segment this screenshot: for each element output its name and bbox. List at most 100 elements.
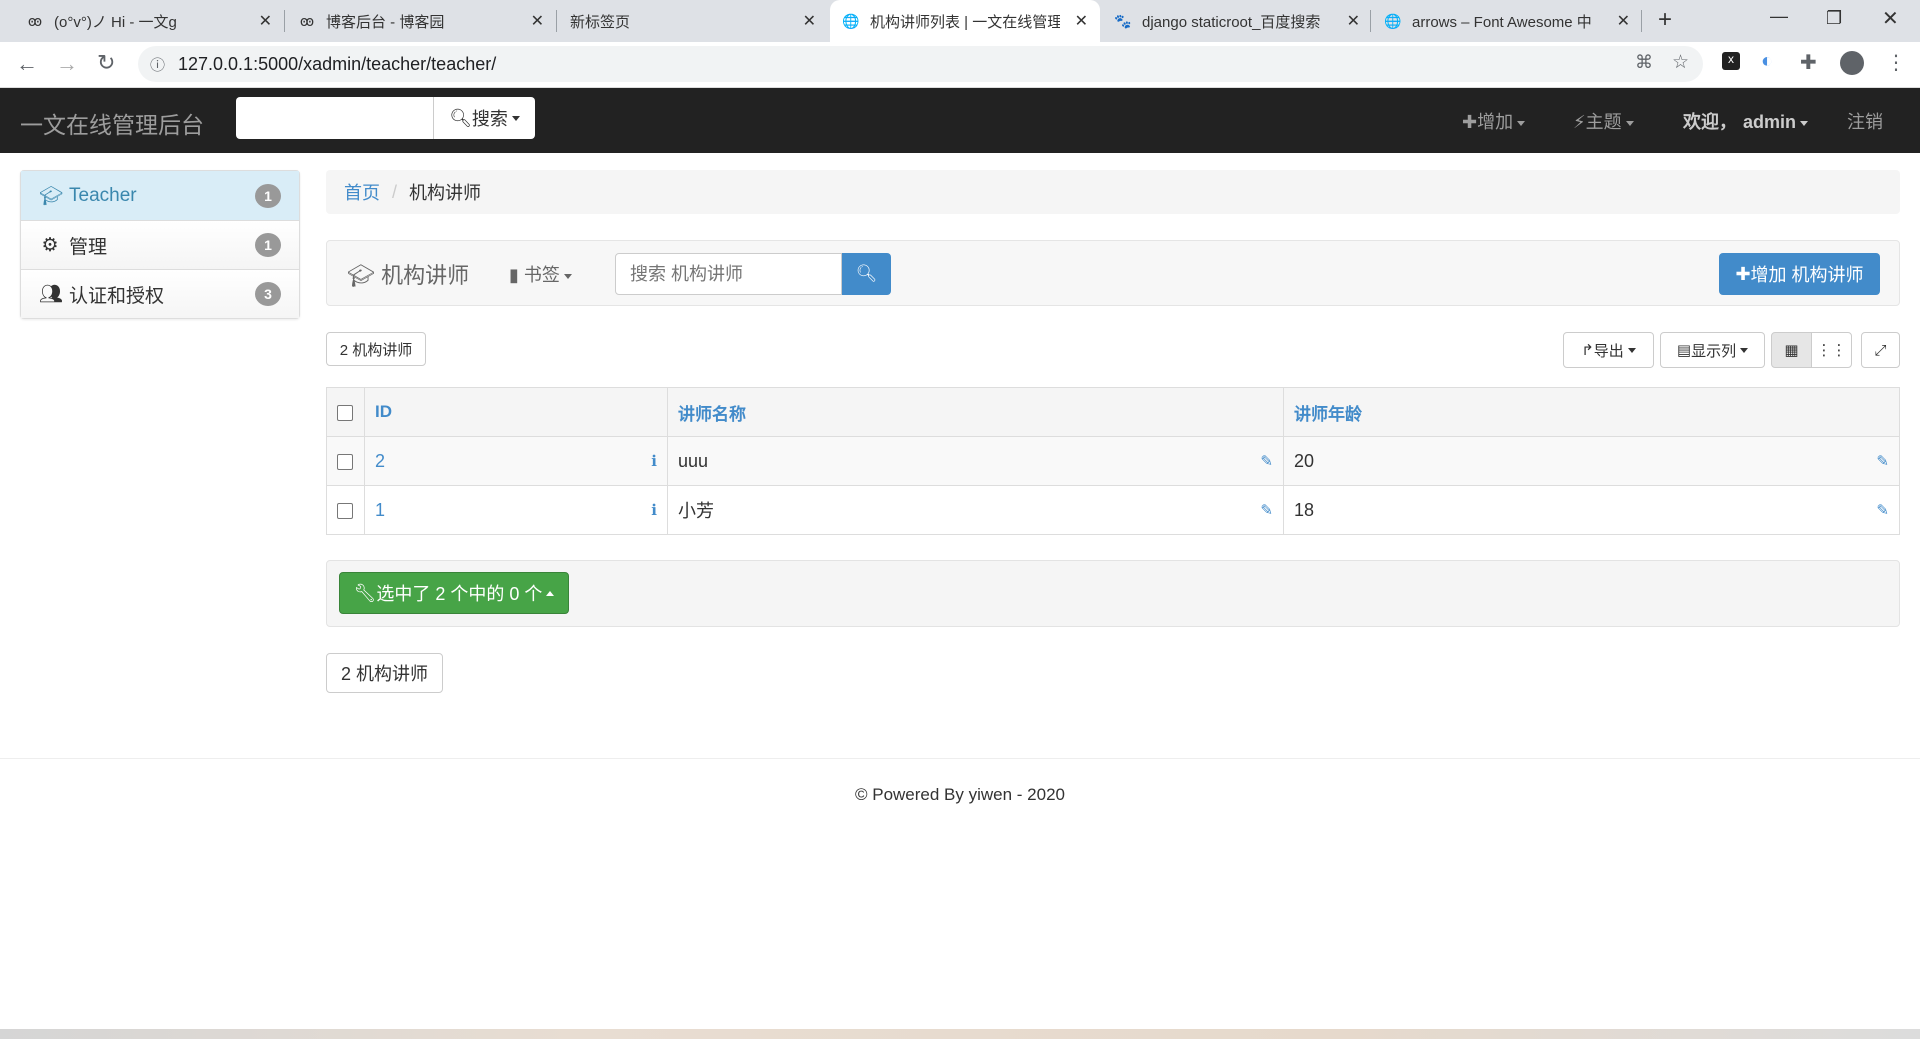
actions-panel: 🔧︎ 选中了 2 个中的 0 个 bbox=[326, 560, 1900, 627]
puzzle-icon[interactable]: ✚ bbox=[1800, 50, 1817, 75]
add-menu[interactable]: ✚增加 bbox=[1462, 108, 1526, 134]
id-link[interactable]: 2 bbox=[375, 451, 385, 471]
profile-avatar[interactable] bbox=[1840, 51, 1864, 75]
wrench-icon: 🔧︎ bbox=[353, 582, 377, 603]
forward-icon[interactable]: → bbox=[56, 51, 78, 77]
global-search-input[interactable] bbox=[236, 97, 434, 139]
search-button[interactable]: 🔍︎ bbox=[842, 253, 891, 295]
close-icon[interactable]: ✕ bbox=[1075, 11, 1088, 31]
extension-icon[interactable]: x bbox=[1722, 52, 1740, 70]
sidebar-item-management[interactable]: ⚙ 管理 1 bbox=[21, 220, 299, 269]
close-icon[interactable]: ✕ bbox=[531, 11, 544, 31]
sidebar-item-label: 管理 bbox=[69, 236, 108, 258]
user-menu[interactable]: 欢迎， admin bbox=[1683, 108, 1809, 134]
blog-icon: ꙭ bbox=[299, 12, 315, 29]
star-icon[interactable]: ☆ bbox=[1672, 51, 1689, 74]
bookmark-dropdown[interactable]: ▮ 书签 bbox=[509, 261, 572, 287]
id-link[interactable]: 1 bbox=[375, 500, 385, 520]
sidebar-item-label: 认证和授权 bbox=[69, 285, 165, 307]
sidebar-item-auth[interactable]: 👥︎ 认证和授权 3 bbox=[21, 269, 299, 318]
minimize-button[interactable]: — bbox=[1770, 6, 1788, 27]
layout-table-button[interactable]: ▦ bbox=[1771, 332, 1812, 368]
edit-icon[interactable]: ✎ bbox=[1876, 452, 1889, 470]
browser-tab[interactable]: 🐾 django staticroot_百度搜索 ✕ bbox=[1102, 0, 1372, 42]
reload-icon[interactable]: ↻ bbox=[97, 50, 115, 76]
info-circle-icon[interactable]: ℹ bbox=[651, 452, 657, 470]
tab-title: 机构讲师列表 | 一文在线管理 bbox=[870, 13, 1060, 31]
blog-icon: ꙭ bbox=[27, 12, 43, 29]
page-title: 🎓︎ 机构讲师 bbox=[347, 258, 469, 290]
close-icon[interactable]: ✕ bbox=[803, 11, 816, 31]
back-icon[interactable]: ← bbox=[16, 51, 38, 77]
edit-icon[interactable]: ✎ bbox=[1260, 501, 1273, 519]
browser-tab-active[interactable]: 🌐 机构讲师列表 | 一文在线管理 ✕ bbox=[830, 0, 1100, 42]
info-circle-icon[interactable]: ℹ bbox=[651, 501, 657, 519]
globe-icon: 🌐 bbox=[1384, 12, 1402, 29]
tab-title: (o°v°)ノ Hi - 一文g bbox=[54, 13, 177, 31]
select-all-checkbox[interactable] bbox=[337, 404, 353, 421]
theme-menu[interactable]: ⚡主题 bbox=[1573, 108, 1634, 134]
menu-icon[interactable]: ⋮ bbox=[1886, 50, 1906, 75]
table-row: 1 ℹ 小芳 ✎ 18 ✎ bbox=[326, 485, 1900, 535]
edit-icon[interactable]: ✎ bbox=[1260, 452, 1273, 470]
export-dropdown[interactable]: ↱ 导出 bbox=[1563, 332, 1654, 368]
logout-link[interactable]: 注销 bbox=[1847, 108, 1883, 134]
th-large-icon: ▦ bbox=[1784, 342, 1799, 359]
edit-icon[interactable]: ✎ bbox=[1876, 501, 1889, 519]
result-count: 2 机构讲师 bbox=[326, 332, 426, 366]
tab-title: django staticroot_百度搜索 bbox=[1142, 13, 1321, 31]
column-header-age[interactable]: 讲师年龄 bbox=[1283, 387, 1900, 437]
search-label: 搜索 bbox=[471, 109, 508, 129]
translate-icon[interactable]: ⌘ bbox=[1635, 52, 1653, 73]
url-input[interactable]: ⓘ 127.0.0.1:5000/xadmin/teacher/teacher/… bbox=[138, 46, 1703, 82]
graduation-cap-icon: 🎓︎ bbox=[39, 185, 64, 207]
row-checkbox[interactable] bbox=[337, 502, 353, 519]
magic-icon: ⚡ bbox=[1573, 112, 1586, 132]
list-toolbar: 🎓︎ 机构讲师 ▮ 书签 🔍︎ ✚增加 机构讲师 bbox=[326, 240, 1900, 306]
column-header-name[interactable]: 讲师名称 bbox=[667, 387, 1284, 437]
sidebar-item-teacher[interactable]: 🎓︎ Teacher 1 bbox=[21, 171, 299, 220]
sidebar-item-label: Teacher bbox=[69, 184, 137, 206]
table-row: 2 ℹ uuu ✎ 20 ✎ bbox=[326, 436, 1900, 486]
brand[interactable]: 一文在线管理后台 bbox=[20, 106, 204, 140]
fullscreen-button[interactable]: ⤢ bbox=[1861, 332, 1900, 368]
restore-button[interactable]: ❐ bbox=[1826, 8, 1842, 29]
bookmark-label: 书签 bbox=[523, 265, 560, 285]
browser-tab[interactable]: ꙭ 博客后台 - 博客园 ✕ bbox=[286, 0, 556, 42]
browser-tab[interactable]: ꙭ (o°v°)ノ Hi - 一文g ✕ bbox=[14, 0, 284, 42]
browser-tab[interactable]: 🌐 arrows – Font Awesome 中 ✕ bbox=[1372, 0, 1642, 42]
row-checkbox[interactable] bbox=[337, 453, 353, 470]
count-badge: 1 bbox=[255, 233, 281, 257]
column-header-id[interactable]: ID bbox=[364, 387, 668, 437]
global-search-button[interactable]: 🔍︎ 搜索 bbox=[433, 97, 535, 139]
count-badge: 1 bbox=[255, 183, 281, 208]
extension-icon[interactable]: ◐ bbox=[1761, 50, 1773, 73]
layout-compact-button[interactable]: ⋮⋮ bbox=[1811, 332, 1852, 368]
footer: © Powered By yiwen - 2020 bbox=[854, 785, 1066, 804]
close-icon[interactable]: ✕ bbox=[1347, 11, 1360, 31]
export-label: 导出 bbox=[1593, 342, 1624, 360]
plus-icon: ✚ bbox=[1735, 263, 1751, 284]
browser-tab[interactable]: 新标签页 ✕ bbox=[558, 0, 828, 42]
page-title-text: 机构讲师 bbox=[381, 263, 470, 288]
theme-label: 主题 bbox=[1585, 112, 1622, 132]
new-tab-button[interactable]: + bbox=[1658, 6, 1672, 34]
search-input[interactable] bbox=[615, 253, 842, 295]
graduation-cap-icon: 🎓︎ bbox=[347, 263, 375, 288]
list-alt-icon: ▤ bbox=[1676, 342, 1692, 359]
tab-title: arrows – Font Awesome 中 bbox=[1412, 13, 1592, 31]
actions-dropdown[interactable]: 🔧︎ 选中了 2 个中的 0 个 bbox=[339, 572, 569, 614]
actions-label: 选中了 2 个中的 0 个 bbox=[376, 584, 543, 604]
search-icon: 🔍︎ bbox=[449, 107, 472, 128]
teacher-name: 小芳 bbox=[678, 501, 714, 521]
info-icon[interactable]: ⓘ bbox=[150, 54, 165, 75]
footer-divider bbox=[0, 758, 1920, 759]
close-icon[interactable]: ✕ bbox=[1617, 11, 1630, 31]
close-window-button[interactable]: ✕ bbox=[1882, 6, 1899, 31]
add-teacher-button[interactable]: ✚ 增加 机构讲师 bbox=[1719, 253, 1880, 295]
columns-dropdown[interactable]: ▤ 显示列 bbox=[1660, 332, 1765, 368]
add-button-label: 增加 机构讲师 bbox=[1750, 265, 1864, 285]
breadcrumb-home[interactable]: 首页 bbox=[344, 179, 380, 205]
close-icon[interactable]: ✕ bbox=[259, 11, 272, 31]
welcome-label: 欢迎， bbox=[1683, 112, 1737, 132]
